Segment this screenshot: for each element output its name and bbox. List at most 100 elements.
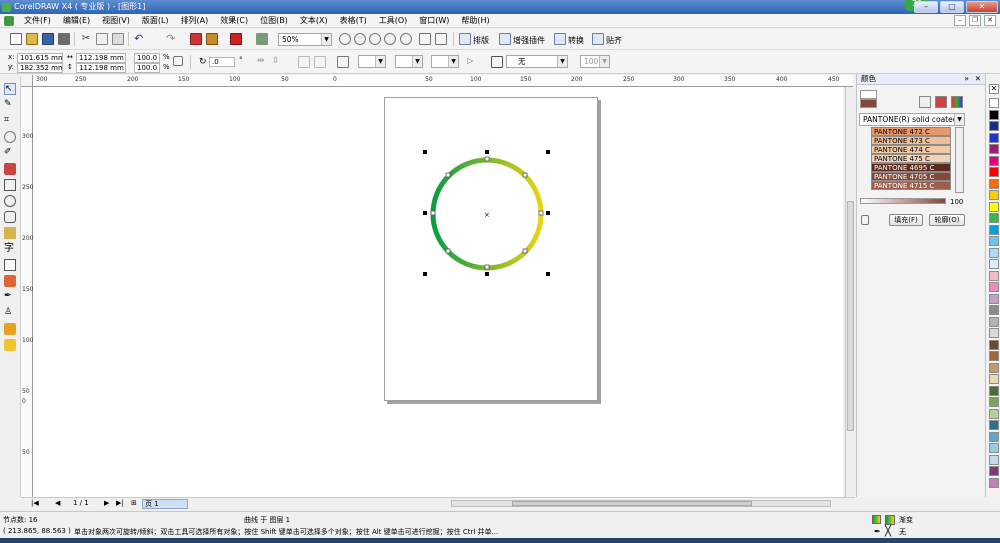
menu-file[interactable]: 文件(F) xyxy=(18,14,57,28)
pantone-swatch-473[interactable]: PANTONE 473 C xyxy=(871,136,951,145)
freehand-tool-icon[interactable]: ✐ xyxy=(4,147,16,159)
close-button[interactable]: ✕ xyxy=(966,1,998,13)
polygon-tool-icon[interactable] xyxy=(4,211,16,223)
palette-swatch[interactable] xyxy=(989,190,999,200)
layout-plugin-button[interactable]: 排版 xyxy=(473,35,489,46)
open-folder-icon[interactable] xyxy=(26,33,38,45)
handle-bottom-right[interactable] xyxy=(546,272,550,276)
horizontal-scrollbar[interactable] xyxy=(451,500,831,507)
zoom-height-icon[interactable] xyxy=(435,33,447,45)
outline-button[interactable]: 轮廓(O) xyxy=(929,214,965,226)
width-field[interactable]: 112.198 mm xyxy=(76,53,126,63)
pick-tool-icon[interactable]: ↖ xyxy=(4,83,16,95)
palette-swatch[interactable] xyxy=(989,431,999,442)
palette-swatch[interactable] xyxy=(989,443,999,453)
horizontal-ruler[interactable]: 300 250 200 150 100 50 0 50 100 150 200 … xyxy=(33,75,853,87)
pantone-swatch-4715[interactable]: PANTONE 4715 C xyxy=(871,181,951,190)
paste-icon[interactable] xyxy=(112,33,124,45)
palette-swatch[interactable] xyxy=(989,247,999,258)
mirror-vertical-icon[interactable]: ⇳ xyxy=(272,56,284,68)
menu-help[interactable]: 帮助(H) xyxy=(455,14,495,28)
vertical-scrollbar[interactable] xyxy=(845,87,855,497)
palette-swatch[interactable] xyxy=(989,466,999,476)
text-tool-icon[interactable]: 字 xyxy=(4,243,16,255)
end-arrow-select[interactable]: ▼ xyxy=(431,55,459,68)
shape-tool-icon[interactable]: ✎ xyxy=(4,99,16,111)
menu-layout[interactable]: 版面(L) xyxy=(136,14,175,28)
handle-top[interactable] xyxy=(485,150,489,154)
save-icon[interactable] xyxy=(42,33,54,45)
table-tool-icon[interactable] xyxy=(4,259,16,271)
no-color-icon[interactable]: ✕ xyxy=(989,84,999,94)
copy-icon[interactable] xyxy=(96,33,108,45)
node[interactable] xyxy=(484,264,490,270)
menu-bitmaps[interactable]: 位图(B) xyxy=(254,14,294,28)
align-icon[interactable] xyxy=(298,56,310,68)
last-page-icon[interactable]: ▶| xyxy=(116,499,124,507)
palette-swatch[interactable] xyxy=(989,282,999,292)
outline-pen-icon[interactable]: ✒ xyxy=(874,527,881,536)
zoom-width-icon[interactable] xyxy=(419,33,431,45)
doc-minimize-button[interactable]: – xyxy=(954,15,966,26)
print-icon[interactable] xyxy=(58,33,70,45)
handle-top-right[interactable] xyxy=(546,150,550,154)
doc-restore-button[interactable]: ❐ xyxy=(969,15,981,26)
fill-indicator-icon[interactable] xyxy=(872,515,881,524)
palette-swatch[interactable] xyxy=(989,201,999,212)
menu-arrange[interactable]: 排列(A) xyxy=(175,14,215,28)
application-launcher-icon[interactable] xyxy=(230,33,242,45)
handle-top-left[interactable] xyxy=(423,150,427,154)
palette-swatch[interactable] xyxy=(989,144,999,154)
add-page-icon[interactable]: ⊞ xyxy=(131,499,137,507)
palette-swatch[interactable] xyxy=(989,259,999,269)
palette-swatch[interactable] xyxy=(989,408,999,419)
zoom-selected-icon[interactable] xyxy=(369,33,381,45)
eyedropper-tool-icon[interactable]: ✒ xyxy=(4,291,16,303)
height-field[interactable]: 112.198 mm xyxy=(76,63,126,73)
menu-view[interactable]: 视图(V) xyxy=(96,14,136,28)
x-position-field[interactable]: 101.615 mm xyxy=(17,53,63,63)
scrollbar-thumb[interactable] xyxy=(847,201,854,431)
zoom-tool-icon[interactable] xyxy=(4,131,16,143)
handle-left[interactable] xyxy=(423,211,427,215)
palette-swatch[interactable] xyxy=(989,109,999,120)
palette-swatch[interactable] xyxy=(989,270,999,281)
palette-swatch[interactable] xyxy=(989,224,999,235)
transform-icon[interactable] xyxy=(314,56,326,68)
node[interactable] xyxy=(522,172,528,178)
palette-swatch[interactable] xyxy=(989,293,999,304)
pantone-swatch-475[interactable]: PANTONE 475 C xyxy=(871,154,951,163)
basic-shapes-tool-icon[interactable] xyxy=(4,227,16,239)
node[interactable] xyxy=(538,210,544,216)
convert-plugin-button[interactable]: 转换 xyxy=(568,35,584,46)
palette-swatch[interactable] xyxy=(989,178,999,189)
palette-swatch[interactable] xyxy=(989,305,999,315)
lock-ratio-icon[interactable] xyxy=(173,56,183,66)
zoom-page-icon[interactable] xyxy=(400,33,412,45)
node[interactable] xyxy=(484,156,490,162)
enhance-plugin-button[interactable]: 增强插件 xyxy=(513,35,545,46)
lock-icon[interactable] xyxy=(861,215,869,225)
palette-swatch[interactable] xyxy=(989,236,999,246)
h-scrollbar-thumb[interactable] xyxy=(512,501,752,506)
next-page-icon[interactable]: ▶ xyxy=(104,499,109,507)
import-icon[interactable] xyxy=(190,33,202,45)
handle-right[interactable] xyxy=(546,211,550,215)
handle-bottom[interactable] xyxy=(485,272,489,276)
palette-select[interactable]: PANTONE(R) solid coated ▼ xyxy=(859,113,965,126)
pantone-list-scrollbar[interactable] xyxy=(955,127,964,193)
snap-plugin-button[interactable]: 贴齐 xyxy=(606,35,622,46)
zoom-in-icon[interactable] xyxy=(339,33,351,45)
tint-slider[interactable] xyxy=(860,198,946,204)
maximize-button[interactable]: □ xyxy=(940,1,964,13)
prev-page-icon[interactable]: ◀ xyxy=(55,499,60,507)
color-viewer-icon[interactable] xyxy=(919,96,931,108)
node[interactable] xyxy=(522,248,528,254)
zoom-level-select[interactable]: 50% ▼ xyxy=(278,33,332,46)
handle-bottom-left[interactable] xyxy=(423,272,427,276)
palette-swatch[interactable] xyxy=(989,385,999,396)
palette-swatch[interactable] xyxy=(989,374,999,384)
pantone-swatch-4695[interactable]: PANTONE 4695 C xyxy=(871,163,951,172)
first-page-icon[interactable]: |◀ xyxy=(31,499,39,507)
palette-swatch[interactable] xyxy=(989,316,999,327)
